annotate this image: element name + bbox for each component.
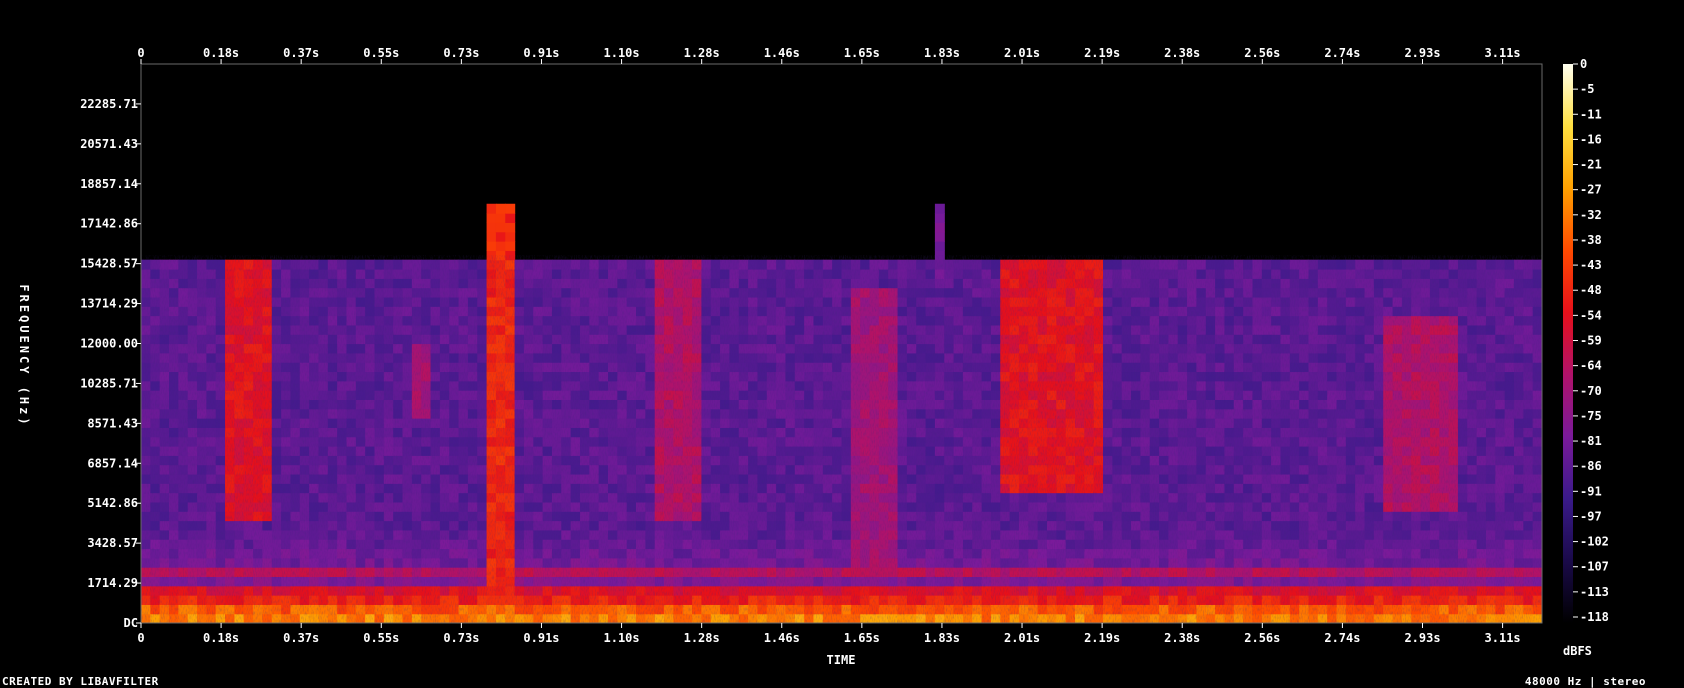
- spectrogram-cell: [934, 203, 945, 214]
- spectrogram-cell: [934, 222, 945, 233]
- spectrogram-cell: [486, 213, 497, 223]
- spectrogram-cell: [486, 241, 497, 251]
- spectrogram-cell: [934, 241, 945, 251]
- spectrogram-cell: [486, 222, 497, 233]
- spectrogram-cell: [934, 231, 945, 242]
- spectrogram-cell: [495, 222, 506, 233]
- spectrogram-cell: [486, 231, 497, 242]
- spectrogram-cell: [486, 203, 497, 214]
- spectrogram-cell: [505, 213, 516, 223]
- spectrogram-cell: [934, 213, 945, 223]
- plot-area: [140, 63, 1543, 624]
- spectrogram-cell: [505, 241, 516, 251]
- spectrogram-cell: [505, 203, 516, 214]
- spectrogram-cell: [505, 231, 516, 242]
- spectrogram-cell: [495, 231, 506, 242]
- spectrogram-cell: [495, 241, 506, 251]
- spectrogram-chart: 0 0.18s 0.37s 0.55s 0.73s 0.91s 1.10s 1.28s 1.46…: [17, 46, 1609, 667]
- spectrogram-cell: [505, 222, 516, 233]
- spectrogram-cell: [495, 213, 506, 223]
- spectrogram-cell: [495, 203, 506, 214]
